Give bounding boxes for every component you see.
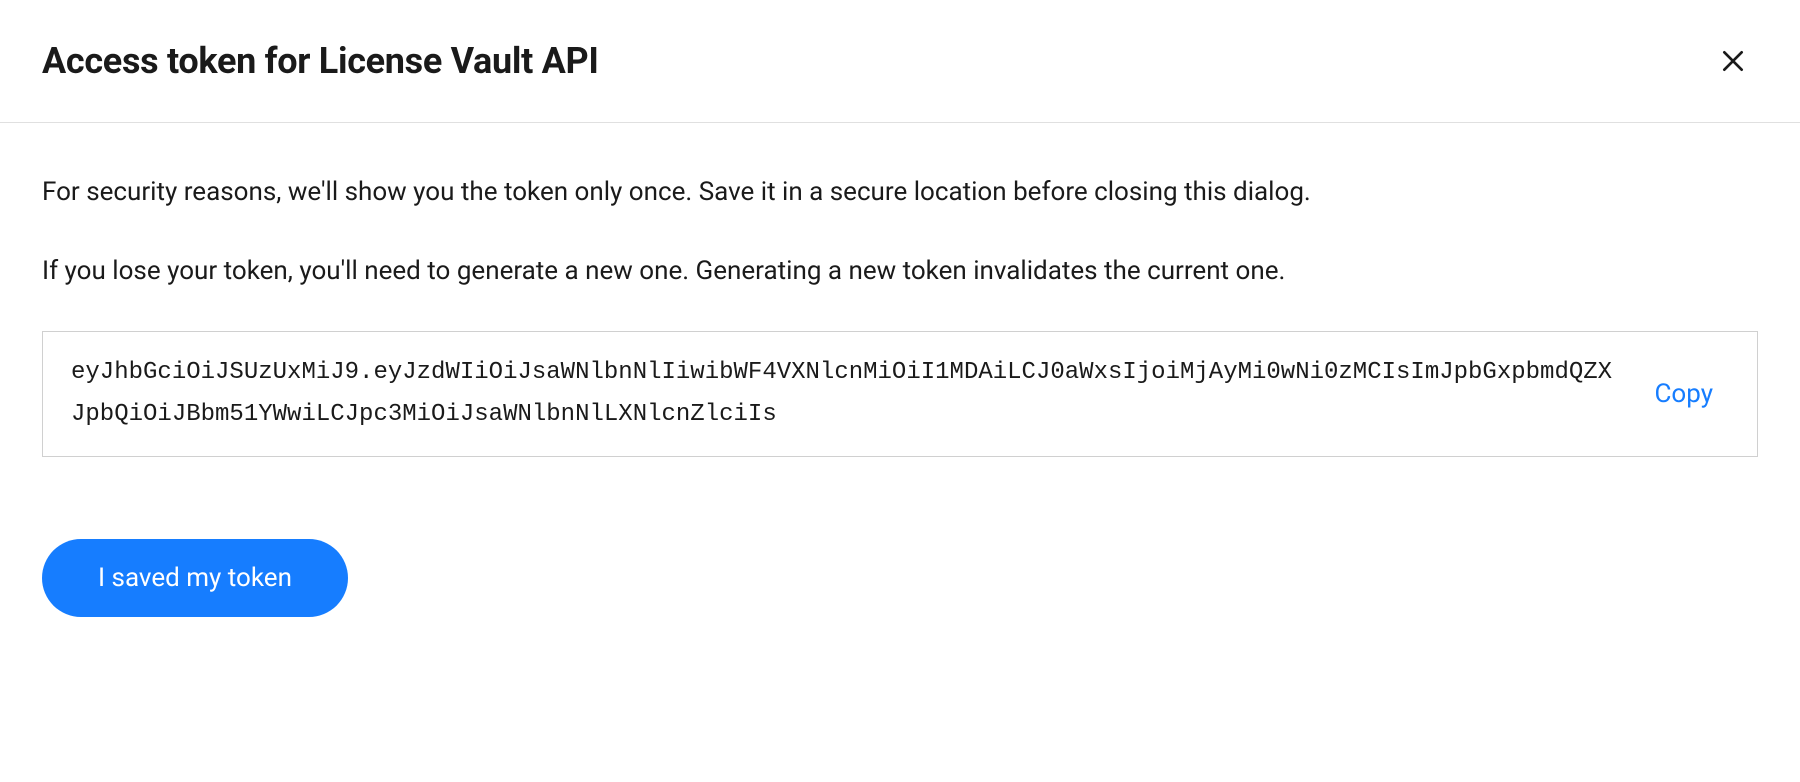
copy-button[interactable]: Copy (1638, 371, 1729, 417)
regenerate-info-text: If you lose your token, you'll need to g… (42, 252, 1758, 291)
token-value: eyJhbGciOiJSUzUxMiJ9.eyJzdWIiOiJsaWNlbnN… (71, 352, 1638, 436)
i-saved-token-button[interactable]: I saved my token (42, 539, 348, 617)
dialog-title: Access token for License Vault API (42, 40, 599, 82)
dialog-header: Access token for License Vault API (0, 0, 1800, 123)
close-button[interactable] (1716, 44, 1750, 78)
token-container: eyJhbGciOiJSUzUxMiJ9.eyJzdWIiOiJsaWNlbnN… (42, 331, 1758, 457)
dialog-body: For security reasons, we'll show you the… (0, 123, 1800, 499)
dialog-footer: I saved my token (0, 499, 1800, 659)
token-dialog: Access token for License Vault API For s… (0, 0, 1800, 659)
security-info-text: For security reasons, we'll show you the… (42, 173, 1758, 212)
close-icon (1720, 48, 1746, 74)
